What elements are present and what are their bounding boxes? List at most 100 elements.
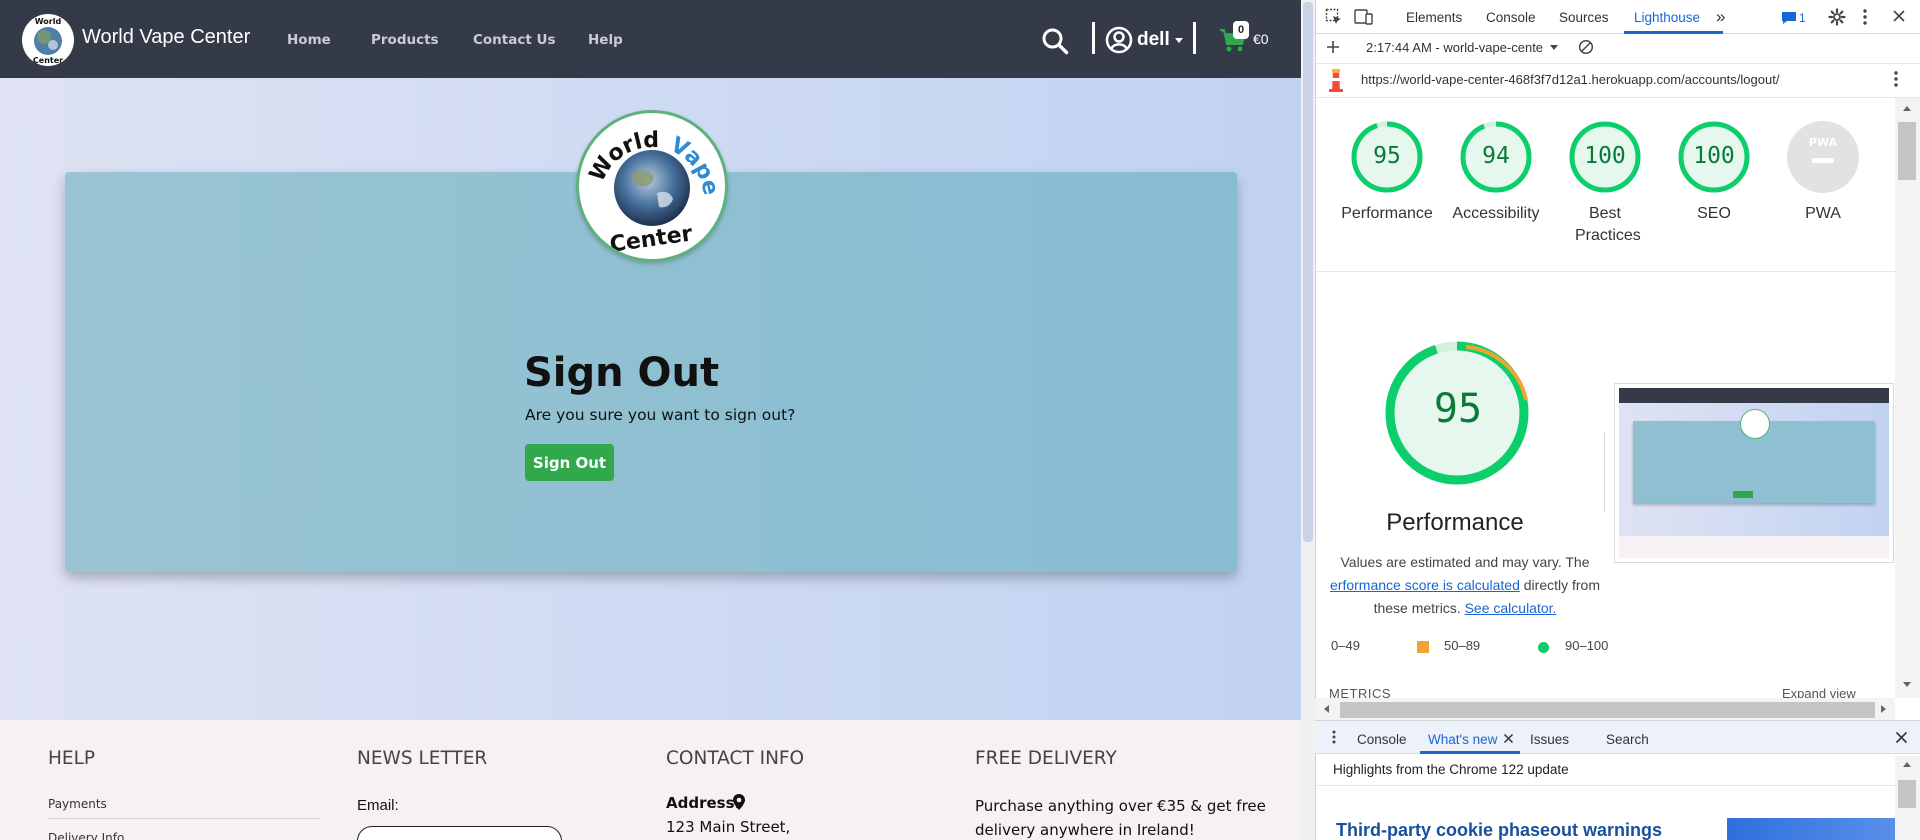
chevron-down-icon[interactable] bbox=[1175, 38, 1183, 43]
drawer-scrollbar-thumb[interactable] bbox=[1898, 780, 1916, 808]
newsletter-email-input[interactable] bbox=[357, 826, 562, 840]
issues-count-badge[interactable]: 1 bbox=[1799, 11, 1806, 25]
pwa-badge-text: PWA bbox=[1809, 136, 1838, 149]
tab-console[interactable]: Console bbox=[1486, 10, 1536, 25]
sign-out-button[interactable]: Sign Out bbox=[525, 444, 614, 481]
footer-contact-heading: CONTACT INFO bbox=[666, 748, 805, 769]
scroll-left-arrow-icon[interactable] bbox=[1324, 705, 1329, 713]
address-label: Address: bbox=[666, 794, 741, 812]
drawer-tab-search[interactable]: Search bbox=[1606, 732, 1649, 747]
footer-link-payments[interactable]: Payments bbox=[48, 797, 107, 811]
label-seo: SEO bbox=[1697, 205, 1731, 222]
brand-logo[interactable]: World Center bbox=[22, 14, 74, 66]
svg-text:World: World bbox=[35, 17, 62, 26]
label-performance: Performance bbox=[1341, 205, 1433, 222]
devtools-horizontal-scrollbar-thumb[interactable] bbox=[1340, 702, 1875, 718]
drawer-tab-issues[interactable]: Issues bbox=[1530, 732, 1569, 747]
map-pin-icon bbox=[733, 794, 745, 810]
news-article-image[interactable] bbox=[1727, 818, 1897, 840]
pwa-badge-icon[interactable]: PWA bbox=[1786, 120, 1860, 194]
devtools-vertical-scrollbar-thumb[interactable] bbox=[1898, 122, 1916, 180]
tab-lighthouse[interactable]: Lighthouse bbox=[1634, 10, 1700, 25]
drawer-tab-console[interactable]: Console bbox=[1357, 732, 1407, 747]
note-text: Values are estimated and may vary. The bbox=[1340, 554, 1590, 570]
kebab-menu-icon[interactable] bbox=[1862, 8, 1868, 26]
page-scrollbar-thumb[interactable] bbox=[1303, 2, 1313, 542]
scroll-right-arrow-icon[interactable] bbox=[1881, 705, 1886, 713]
devtools-vertical-scrollbar[interactable] bbox=[1895, 98, 1920, 698]
legend-high: 90–100 bbox=[1565, 638, 1609, 653]
issues-icon[interactable] bbox=[1781, 11, 1797, 25]
footer-help-heading: HELP bbox=[48, 748, 96, 769]
report-selector[interactable]: 2:17:44 AM - world-vape-cente bbox=[1366, 40, 1543, 55]
scroll-down-arrow-icon[interactable] bbox=[1903, 682, 1911, 687]
nav-divider bbox=[1193, 22, 1196, 54]
scroll-up-arrow-icon[interactable] bbox=[1903, 106, 1911, 111]
inspect-element-icon[interactable] bbox=[1325, 8, 1343, 26]
footer-free-delivery-heading: FREE DELIVERY bbox=[975, 748, 1117, 769]
scroll-up-arrow-icon[interactable] bbox=[1903, 762, 1911, 767]
nav-help[interactable]: Help bbox=[588, 32, 623, 48]
footer-link-delivery-info[interactable]: Delivery Info bbox=[48, 831, 124, 840]
label-best-practices: Best Practices bbox=[1550, 203, 1660, 247]
search-icon[interactable] bbox=[1041, 27, 1069, 55]
newsletter-email-label: Email: bbox=[357, 797, 399, 814]
thumbnail-logo bbox=[1740, 409, 1770, 439]
score-calculated-link[interactable]: erformance score is calculated bbox=[1330, 577, 1520, 593]
website-viewport: World Center World Vape Center Home Prod… bbox=[0, 0, 1301, 840]
close-drawer-icon[interactable] bbox=[1895, 731, 1908, 744]
nav-home[interactable]: Home bbox=[287, 32, 331, 48]
footer-newsletter-heading: NEWS LETTER bbox=[357, 748, 488, 769]
drawer-active-tab-indicator bbox=[1420, 751, 1520, 754]
see-calculator-link[interactable]: See calculator. bbox=[1465, 600, 1557, 616]
page-screenshot-thumbnail[interactable] bbox=[1614, 383, 1894, 563]
audited-url: https://world-vape-center-468f3f7d12a1.h… bbox=[1361, 72, 1780, 87]
news-article-title[interactable]: Third-party cookie phaseout warnings bbox=[1336, 820, 1662, 840]
label-best-practices-text: Best Practices bbox=[1575, 205, 1641, 244]
svg-text:Center: Center bbox=[33, 56, 63, 65]
legend-green-dot bbox=[1538, 642, 1549, 653]
close-tab-icon[interactable] bbox=[1503, 733, 1514, 744]
score-best-practices: 100 bbox=[1584, 143, 1626, 169]
label-pwa: PWA bbox=[1805, 205, 1841, 222]
legend-mid: 50–89 bbox=[1444, 638, 1481, 653]
thumbnail-footer bbox=[1619, 536, 1889, 558]
device-toolbar-icon[interactable] bbox=[1354, 8, 1374, 26]
nav-contact-us[interactable]: Contact Us bbox=[473, 32, 556, 48]
whats-new-highlights: Highlights from the Chrome 122 update bbox=[1333, 762, 1569, 777]
more-tabs-icon[interactable]: » bbox=[1716, 7, 1725, 27]
drawer-menu-icon[interactable] bbox=[1331, 729, 1337, 745]
clear-block-icon[interactable] bbox=[1578, 39, 1594, 55]
close-icon[interactable] bbox=[1892, 9, 1906, 23]
user-circle-icon[interactable] bbox=[1105, 26, 1133, 54]
world-vape-logo: World Vape Center bbox=[576, 110, 728, 262]
address-line: 123 Main Street, bbox=[666, 818, 791, 836]
nav-products[interactable]: Products bbox=[371, 32, 439, 48]
plus-icon[interactable] bbox=[1326, 40, 1340, 54]
brand-name[interactable]: World Vape Center bbox=[82, 26, 250, 49]
label-accessibility: Accessibility bbox=[1452, 205, 1540, 222]
score-seo: 100 bbox=[1693, 143, 1735, 169]
score-performance: 95 bbox=[1373, 143, 1401, 169]
score-accessibility: 94 bbox=[1482, 143, 1510, 169]
signout-question: Are you sure you want to sign out? bbox=[525, 406, 796, 424]
section-divider bbox=[1315, 785, 1905, 786]
cart-total[interactable]: €0 bbox=[1253, 31, 1269, 47]
thumbnail-navbar bbox=[1619, 388, 1889, 403]
performance-note: Values are estimated and may vary. The e… bbox=[1315, 551, 1615, 620]
performance-heading: Performance bbox=[1386, 509, 1524, 536]
legend-low: 0–49 bbox=[1331, 638, 1360, 653]
settings-gear-icon[interactable] bbox=[1828, 8, 1846, 26]
user-menu-label[interactable]: dell bbox=[1137, 29, 1170, 51]
nav-divider bbox=[1092, 22, 1095, 54]
navbar: World Center World Vape Center Home Prod… bbox=[0, 0, 1301, 78]
section-divider bbox=[1316, 271, 1906, 272]
drawer-tab-whats-new[interactable]: What's new bbox=[1428, 732, 1497, 747]
kebab-menu-icon[interactable] bbox=[1893, 70, 1899, 88]
cart-count-badge: 0 bbox=[1233, 21, 1249, 39]
performance-big-score: 95 bbox=[1433, 386, 1483, 432]
section-divider bbox=[1604, 432, 1605, 512]
tab-sources[interactable]: Sources bbox=[1559, 10, 1609, 25]
tab-elements[interactable]: Elements bbox=[1406, 10, 1462, 25]
chevron-down-icon[interactable] bbox=[1550, 45, 1558, 50]
